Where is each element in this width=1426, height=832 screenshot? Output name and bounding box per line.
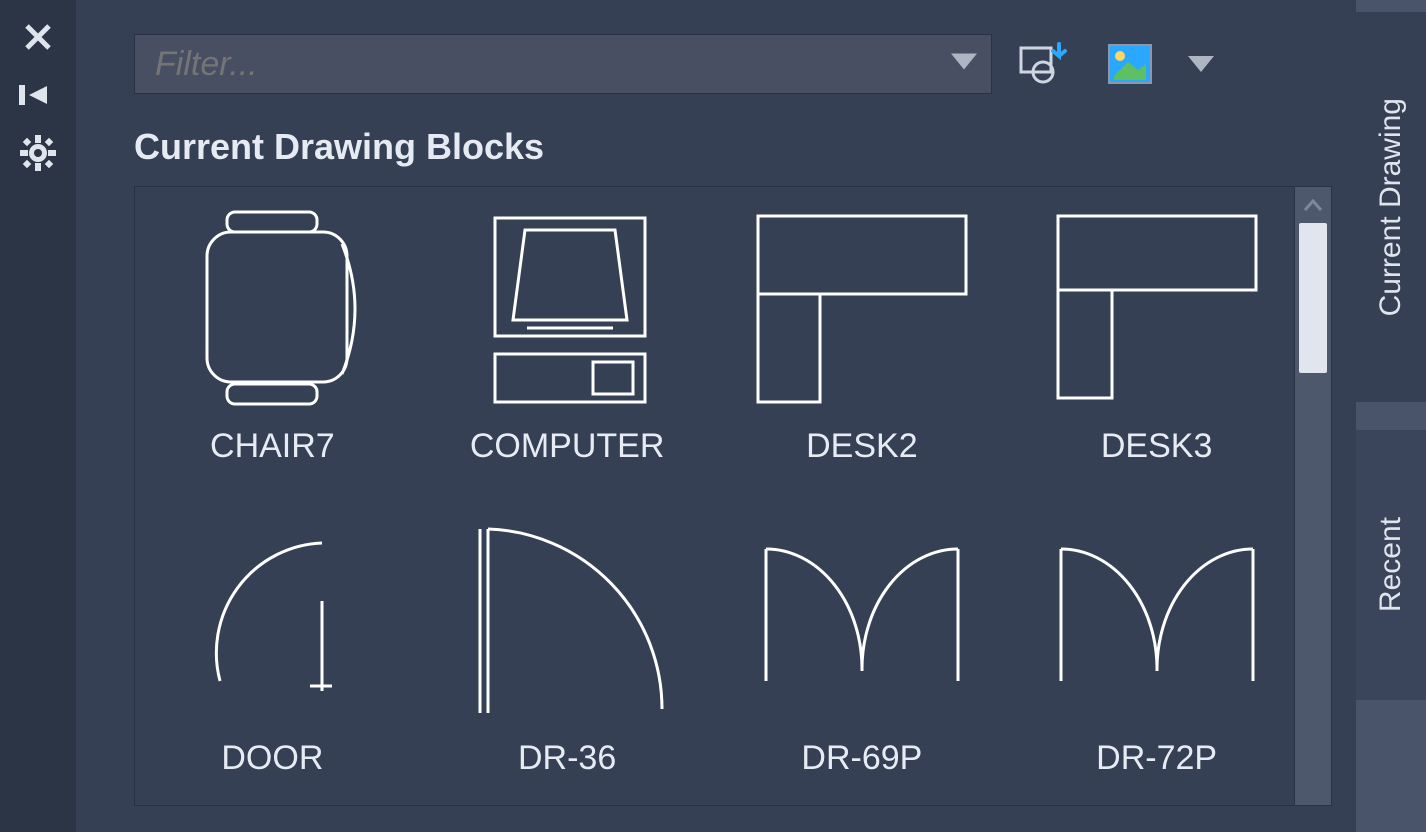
chevron-up-icon <box>1303 198 1323 212</box>
block-label: DR-36 <box>518 739 616 778</box>
settings-button[interactable] <box>0 124 76 182</box>
block-thumbnail <box>457 511 677 731</box>
block-item[interactable]: CHAIR7 <box>145 199 400 493</box>
block-item[interactable]: DESK2 <box>735 199 990 493</box>
filter-input[interactable] <box>153 35 933 93</box>
close-button[interactable] <box>0 8 76 66</box>
block-item[interactable]: DESK3 <box>1029 199 1284 493</box>
block-label: DESK2 <box>806 427 918 466</box>
block-label: CHAIR7 <box>210 427 335 466</box>
chevron-down-icon <box>1188 56 1214 72</box>
blocks-palette: Current Drawing Blocks CHAIR7 <box>76 0 1356 832</box>
tab-recent[interactable]: Recent <box>1356 430 1426 700</box>
block-thumbnail <box>162 199 382 419</box>
block-item[interactable]: DR-72P <box>1029 511 1284 805</box>
blocks-grid: CHAIR7 COMPUTER <box>134 186 1294 806</box>
autohide-button[interactable] <box>0 66 76 124</box>
tab-label: Recent <box>1374 517 1408 612</box>
chevron-down-icon <box>951 54 977 70</box>
palette-left-toolbar <box>0 0 76 832</box>
block-thumbnail <box>1047 511 1267 731</box>
block-item[interactable]: DOOR <box>145 511 400 805</box>
view-options-dropdown[interactable] <box>1184 34 1218 94</box>
block-thumbnail <box>752 511 972 731</box>
scroll-thumb[interactable] <box>1299 223 1327 373</box>
filter-field[interactable] <box>134 34 992 94</box>
close-icon <box>22 21 54 53</box>
blocks-grid-container: CHAIR7 COMPUTER <box>134 186 1332 806</box>
block-thumbnail <box>752 199 972 419</box>
block-label: COMPUTER <box>470 427 665 466</box>
insert-block-button[interactable] <box>1016 34 1076 94</box>
block-label: DESK3 <box>1101 427 1213 466</box>
insert-block-icon <box>1019 42 1073 86</box>
vertical-scrollbar[interactable] <box>1294 186 1332 806</box>
block-item[interactable]: COMPUTER <box>440 199 695 493</box>
block-thumbnail <box>457 199 677 419</box>
section-title: Current Drawing Blocks <box>76 108 1356 186</box>
thumbnail-view-icon <box>1108 44 1152 84</box>
block-label: DR-69P <box>801 739 922 778</box>
block-item[interactable]: DR-69P <box>735 511 990 805</box>
block-thumbnail <box>1047 199 1267 419</box>
gear-icon <box>20 135 56 171</box>
palette-toolbar <box>76 0 1356 108</box>
block-label: DR-72P <box>1096 739 1217 778</box>
block-label: DOOR <box>221 739 323 778</box>
block-thumbnail <box>162 511 382 731</box>
tab-label: Current Drawing <box>1374 98 1408 316</box>
scroll-up-button[interactable] <box>1295 187 1331 223</box>
palette-tabs: Current Drawing Recent <box>1356 0 1426 832</box>
block-item[interactable]: DR-36 <box>440 511 695 805</box>
tab-current-drawing[interactable]: Current Drawing <box>1356 12 1426 402</box>
filter-dropdown-button[interactable] <box>951 54 977 75</box>
pin-icon <box>19 83 57 107</box>
thumbnail-view-button[interactable] <box>1100 34 1160 94</box>
